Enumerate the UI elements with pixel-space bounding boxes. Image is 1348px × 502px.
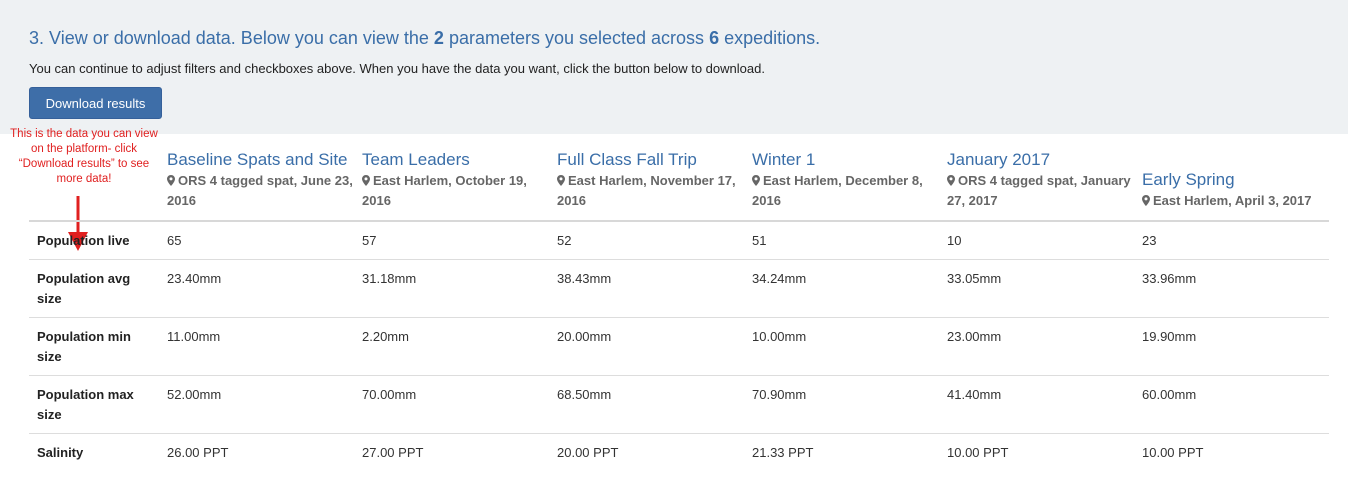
map-marker-icon bbox=[1142, 195, 1150, 206]
map-marker-icon bbox=[947, 175, 955, 186]
expedition-title[interactable]: Winter 1 bbox=[752, 150, 939, 170]
expedition-location-date: ORS 4 tagged spat, January 27, 2017 bbox=[947, 171, 1134, 211]
table-row: Population min size 11.00mm 2.20mm 20.00mm 1… bbox=[29, 317, 1329, 376]
download-results-button[interactable]: Download results bbox=[29, 87, 162, 119]
table-cell: 20.00mm bbox=[557, 317, 752, 376]
table-cell: 33.05mm bbox=[947, 259, 1142, 318]
table-cell: 31.18mm bbox=[362, 259, 557, 318]
expedition-column-header: Baseline Spats and Site ORS 4 tagged spat… bbox=[167, 150, 362, 222]
results-heading: 3. View or download data. Below you can … bbox=[29, 28, 820, 49]
table-cell: 38.43mm bbox=[557, 259, 752, 318]
expedition-title[interactable]: Team Leaders bbox=[362, 150, 549, 170]
heading-text: expeditions. bbox=[719, 28, 821, 48]
table-cell: 51 bbox=[752, 221, 947, 260]
expedition-column-header: Winter 1 East Harlem, December 8, 2016 bbox=[752, 150, 947, 222]
table-cell: 33.96mm bbox=[1142, 259, 1329, 318]
table-cell: 70.00mm bbox=[362, 375, 557, 434]
parameter-label: Population avg size bbox=[29, 259, 167, 318]
parameter-label: Population min size bbox=[29, 317, 167, 376]
table-cell: 23.00mm bbox=[947, 317, 1142, 376]
table-cell: 70.90mm bbox=[752, 375, 947, 434]
heading-text: parameters you selected across bbox=[443, 28, 710, 48]
expedition-location-date: East Harlem, December 8, 2016 bbox=[752, 171, 939, 211]
expedition-column-header: January 2017 ORS 4 tagged spat, January 2… bbox=[947, 150, 1142, 222]
expedition-title[interactable]: January 2017 bbox=[947, 150, 1134, 170]
table-cell: 57 bbox=[362, 221, 557, 260]
parameter-count: 2 bbox=[433, 28, 444, 48]
table-row: Population avg size 23.40mm 31.18mm 38.43mm… bbox=[29, 259, 1329, 318]
table-cell: 23 bbox=[1142, 221, 1329, 260]
expedition-subtitle-text: East Harlem, April 3, 2017 bbox=[1153, 193, 1312, 208]
expedition-location-date: ORS 4 tagged spat, June 23, 2016 bbox=[167, 171, 354, 211]
row-label-header bbox=[29, 150, 167, 222]
expedition-count: 6 bbox=[709, 28, 720, 48]
expedition-title[interactable]: Full Class Fall Trip bbox=[557, 150, 744, 170]
map-marker-icon bbox=[362, 175, 370, 186]
table-cell: 20.00 PPT bbox=[557, 445, 619, 460]
table-cell: 19.90mm bbox=[1142, 317, 1329, 376]
expedition-location-date: East Harlem, April 3, 2017 bbox=[1142, 191, 1321, 211]
table-cell: 52.00mm bbox=[167, 375, 362, 434]
expedition-subtitle-text: East Harlem, December 8, 2016 bbox=[752, 173, 923, 208]
table-row: Population max size 52.00mm 70.00mm 68.50mm… bbox=[29, 375, 1329, 434]
expedition-column-header: Full Class Fall Trip East Harlem, Novembe… bbox=[557, 150, 752, 222]
table-cell: 27.00 PPT bbox=[362, 445, 424, 460]
expedition-location-date: East Harlem, October 19, 2016 bbox=[362, 171, 549, 211]
expedition-title[interactable]: Early Spring bbox=[1142, 170, 1321, 190]
expedition-subtitle-text: ORS 4 tagged spat, January 27, 2017 bbox=[947, 173, 1131, 208]
table-cell: 68.50mm bbox=[557, 375, 752, 434]
expedition-subtitle-text: East Harlem, October 19, 2016 bbox=[362, 173, 527, 208]
results-table: Baseline Spats and Site ORS 4 tagged spat… bbox=[29, 150, 1329, 471]
table-cell: 41.40mm bbox=[947, 375, 1142, 434]
heading-text: 3. View or download data. Below you can … bbox=[29, 28, 434, 48]
table-cell: 21.33 PPT bbox=[752, 445, 814, 460]
map-marker-icon bbox=[557, 175, 565, 186]
table-cell: 34.24mm bbox=[752, 259, 947, 318]
table-cell: 65 bbox=[167, 221, 362, 260]
table-cell: 10.00mm bbox=[752, 317, 947, 376]
table-header-row: Baseline Spats and Site ORS 4 tagged spat… bbox=[29, 150, 1329, 222]
expedition-subtitle-text: ORS 4 tagged spat, June 23, 2016 bbox=[167, 173, 353, 208]
expedition-title[interactable]: Baseline Spats and Site bbox=[167, 150, 354, 170]
table-cell: 10.00 PPT bbox=[1142, 445, 1204, 460]
table-cell: 2.20mm bbox=[362, 317, 557, 376]
expedition-subtitle-text: East Harlem, November 17, 2016 bbox=[557, 173, 736, 208]
table-row: Population live 65 57 52 51 10 23 bbox=[29, 221, 1329, 260]
table-cell: 11.00mm bbox=[167, 317, 362, 376]
table-cell: 23.40mm bbox=[167, 259, 362, 318]
expedition-column-header: Team Leaders East Harlem, October 19, 201… bbox=[362, 150, 557, 222]
results-instructions: You can continue to adjust filters and c… bbox=[29, 61, 765, 76]
table-row: Salinity 26.00 PPT 27.00 PPT 20.00 PPT 21.33… bbox=[29, 434, 1329, 472]
map-marker-icon bbox=[752, 175, 760, 186]
parameter-label: Salinity bbox=[37, 445, 84, 460]
table-cell: 10 bbox=[947, 221, 1142, 260]
table-cell: 26.00 PPT bbox=[167, 445, 229, 460]
parameter-label: Population live bbox=[29, 221, 167, 260]
table-cell: 60.00mm bbox=[1142, 375, 1329, 434]
expedition-column-header: Early Spring East Harlem, April 3, 2017 bbox=[1142, 150, 1329, 222]
results-panel: 3. View or download data. Below you can … bbox=[0, 0, 1348, 134]
table-cell: 10.00 PPT bbox=[947, 445, 1009, 460]
table-cell: 52 bbox=[557, 221, 752, 260]
expedition-location-date: East Harlem, November 17, 2016 bbox=[557, 171, 744, 211]
parameter-label: Population max size bbox=[29, 375, 167, 434]
map-marker-icon bbox=[167, 175, 175, 186]
